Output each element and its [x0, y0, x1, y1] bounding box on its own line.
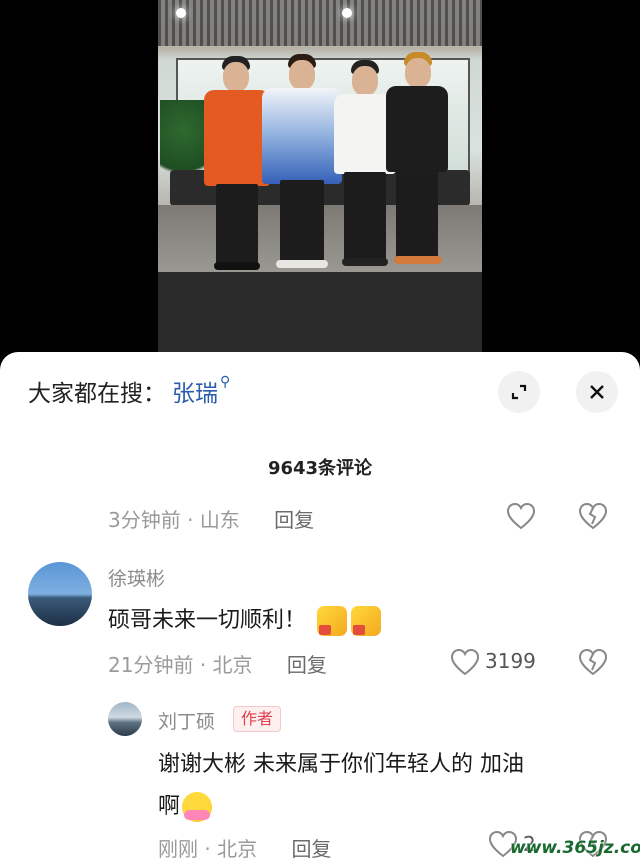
- photo-backdrop: [158, 272, 482, 356]
- ceiling-light: [176, 8, 186, 18]
- comment-text-line: 谢谢大彬 未来属于你们年轻人的 加油: [158, 752, 524, 777]
- reply-button[interactable]: 回复: [291, 837, 331, 861]
- search-icon: ⚲: [220, 374, 231, 390]
- app-screen: 大家都在搜： 张瑞 ⚲ 9643条评论 3分钟前 · 山东 回复 徐瑛彬 硕哥未…: [0, 0, 640, 865]
- thumbs-up-emoji-icon: [317, 606, 348, 636]
- ceiling: [158, 0, 482, 46]
- post-photo[interactable]: [158, 0, 482, 272]
- avatar[interactable]: [108, 702, 142, 736]
- comment-text-line: 啊: [158, 788, 213, 822]
- heart-outline-icon: [506, 502, 536, 530]
- comment-location: 山东: [199, 508, 240, 532]
- reply-button[interactable]: 回复: [287, 653, 327, 677]
- comment-meta: 刚刚 · 北京 回复: [158, 833, 331, 862]
- separator: ·: [204, 837, 211, 861]
- heart-outline-icon: [450, 648, 480, 676]
- broken-heart-icon: [578, 648, 608, 676]
- ceiling-light: [342, 8, 352, 18]
- search-prefix: 大家都在搜：: [28, 381, 166, 407]
- comment-body: 硕哥未来一切顺利！: [108, 608, 307, 633]
- comment-body: 啊: [158, 794, 181, 819]
- comment-username[interactable]: 刘丁硕: [158, 707, 215, 734]
- like-button[interactable]: [506, 502, 536, 534]
- hugging-face-emoji-icon: [182, 792, 213, 822]
- comment-meta: 21分钟前 · 北京 回复: [108, 649, 327, 678]
- comment-username[interactable]: 徐瑛彬: [108, 564, 165, 591]
- separator: ·: [187, 508, 194, 532]
- close-icon: [590, 385, 604, 399]
- reply-button[interactable]: 回复: [274, 508, 314, 532]
- dislike-button[interactable]: [578, 502, 608, 534]
- expand-icon: [511, 384, 527, 400]
- thumbs-up-emoji-icon: [351, 606, 382, 636]
- comment-meta: 3分钟前 · 山东 回复: [108, 504, 314, 533]
- avatar[interactable]: [28, 562, 92, 626]
- comment-time: 3分钟前: [108, 508, 181, 532]
- comment-text: 硕哥未来一切顺利！: [108, 602, 382, 636]
- watermark: www.365jz.com: [510, 838, 640, 858]
- expand-button[interactable]: [498, 371, 540, 413]
- author-badge: 作者: [233, 706, 282, 732]
- comment-sheet: 大家都在搜： 张瑞 ⚲ 9643条评论 3分钟前 · 山东 回复 徐瑛彬 硕哥未…: [0, 352, 640, 865]
- search-suggestion[interactable]: 大家都在搜： 张瑞 ⚲: [28, 374, 230, 408]
- comment-count: 9643条评论: [267, 458, 373, 479]
- like-count: 3199: [485, 649, 536, 673]
- separator: ·: [199, 653, 207, 677]
- broken-heart-icon: [578, 502, 608, 530]
- close-button[interactable]: [576, 371, 618, 413]
- comment-location: 北京: [217, 837, 258, 861]
- comment-time: 刚刚: [158, 837, 198, 861]
- comment-location: 北京: [212, 653, 253, 677]
- like-button[interactable]: [450, 648, 480, 680]
- comment-time: 21分钟前: [108, 653, 194, 677]
- dislike-button[interactable]: [578, 648, 608, 680]
- search-term[interactable]: 张瑞: [172, 381, 218, 407]
